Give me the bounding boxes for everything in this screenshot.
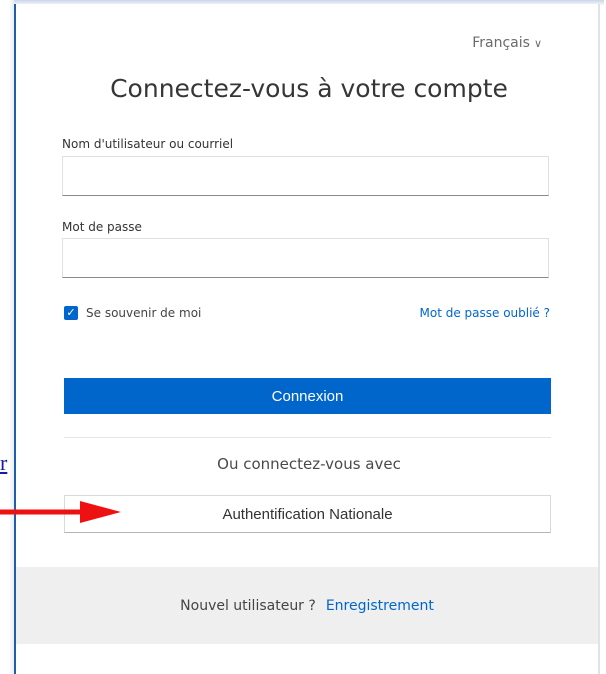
username-label: Nom d'utilisateur ou courriel (62, 137, 234, 151)
username-input[interactable] (62, 156, 549, 196)
password-input[interactable] (62, 238, 549, 278)
national-auth-button[interactable]: Authentification Nationale (64, 495, 551, 533)
remember-me-label: Se souvenir de moi (86, 306, 202, 320)
new-user-text: Nouvel utilisateur ? (180, 597, 316, 614)
language-selector[interactable]: Français ∨ (472, 35, 542, 51)
register-link[interactable]: Enregistrement (326, 598, 434, 614)
screenshot-stage: Français ∨ Connectez-vous à votre compte … (0, 0, 606, 674)
annotation-arrow-icon (0, 501, 121, 523)
chevron-down-icon: ∨ (533, 37, 542, 50)
remember-me-checkbox[interactable]: ✓ (64, 306, 78, 320)
alt-login-text: Ou connectez-vous avec (217, 455, 401, 473)
remember-me[interactable]: ✓ Se souvenir de moi (64, 306, 201, 320)
page-title: Connectez-vous à votre compte (110, 74, 508, 103)
login-card: Français ∨ Connectez-vous à votre compte … (14, 4, 600, 674)
footer: Nouvel utilisateur ? Enregistrement (16, 567, 598, 644)
password-label: Mot de passe (62, 220, 142, 234)
language-label: Français (472, 35, 530, 51)
divider (64, 437, 551, 438)
login-button[interactable]: Connexion (64, 378, 551, 414)
forgot-password-link[interactable]: Mot de passe oublié ? (420, 306, 551, 320)
side-link-fragment[interactable]: r (0, 450, 7, 476)
background-edge-left (0, 0, 14, 674)
